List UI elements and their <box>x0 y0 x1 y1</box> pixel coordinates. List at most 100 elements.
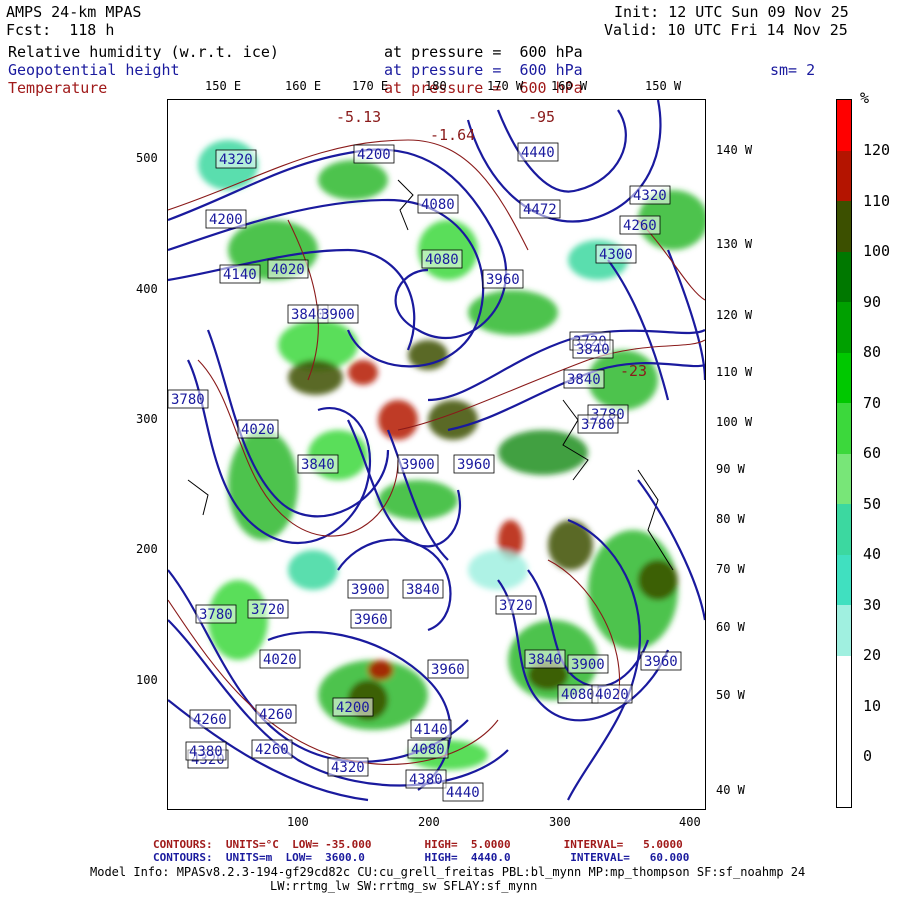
x-tick-label: 100 <box>287 815 309 829</box>
svg-text:3840: 3840 <box>406 582 440 598</box>
height-label: 4080 <box>407 739 449 759</box>
svg-text:4472: 4472 <box>523 202 557 218</box>
lon-label-top: 150 E <box>205 79 242 93</box>
init-time: Init: 12 UTC Sun 09 Nov 25 <box>614 3 849 21</box>
svg-text:3900: 3900 <box>351 582 385 598</box>
lon-label-right: 40 W <box>716 783 745 797</box>
svg-text:4140: 4140 <box>414 722 448 738</box>
height-label: 4200 <box>353 144 395 164</box>
colorbar-segment <box>837 605 851 656</box>
field-name-temp: Temperature <box>8 79 108 97</box>
svg-text:3840: 3840 <box>567 372 601 388</box>
svg-text:3960: 3960 <box>457 457 491 473</box>
svg-text:3900: 3900 <box>321 307 355 323</box>
colorbar-tick-label: 50 <box>863 494 882 513</box>
colorbar-segment <box>837 655 851 706</box>
svg-text:4260: 4260 <box>255 742 289 758</box>
lon-label-top: 170 W <box>487 79 524 93</box>
smoothing-label: sm= 2 <box>770 61 816 79</box>
svg-text:3960: 3960 <box>644 654 678 670</box>
height-label: 4320 <box>629 185 671 205</box>
svg-text:3780: 3780 <box>199 607 233 623</box>
svg-text:4080: 4080 <box>425 252 459 268</box>
height-label: 3780 <box>168 389 209 409</box>
colorbar-tick-label: 110 <box>863 191 891 210</box>
lon-label-top: 160 E <box>285 79 322 93</box>
svg-text:4080: 4080 <box>411 742 445 758</box>
colorbar-segment <box>837 100 851 151</box>
height-label: 3780 <box>577 414 619 434</box>
x-tick-label: 400 <box>679 815 701 829</box>
height-label: 4140 <box>410 719 452 739</box>
height-label: 4260 <box>619 215 661 235</box>
svg-text:4020: 4020 <box>241 422 275 438</box>
svg-text:3960: 3960 <box>431 662 465 678</box>
height-label: 3960 <box>482 269 524 289</box>
height-label: 3840 <box>402 579 444 599</box>
svg-text:4020: 4020 <box>263 652 297 668</box>
colorbar-unit: % <box>860 89 870 107</box>
svg-text:4380: 4380 <box>189 744 223 760</box>
height-label: 3900 <box>317 304 359 324</box>
lon-label-top: 150 W <box>645 79 682 93</box>
colorbar-segment <box>837 756 851 807</box>
y-tick-label: 400 <box>136 282 158 296</box>
lon-label-right: 90 W <box>716 462 745 476</box>
temp-label: -5.13 <box>336 108 381 126</box>
height-label: 4380 <box>405 769 447 789</box>
svg-text:4200: 4200 <box>209 212 243 228</box>
height-label: 3840 <box>297 454 339 474</box>
lon-label-right: 80 W <box>716 512 745 526</box>
svg-text:4140: 4140 <box>223 267 257 283</box>
field-name-rh: Relative humidity (w.r.t. ice) <box>8 43 279 61</box>
lon-label-right: 70 W <box>716 562 745 576</box>
height-label: 3840 <box>572 339 614 359</box>
height-contour-info: CONTOURS: UNITS=m LOW= 3600.0 HIGH= 4440… <box>153 851 690 864</box>
colorbar-tick-label: 60 <box>863 444 882 462</box>
svg-text:3840: 3840 <box>301 457 335 473</box>
colorbar-segment <box>837 352 851 403</box>
height-label: 4300 <box>595 244 637 264</box>
height-label: 4020 <box>267 259 309 279</box>
colorbar-segment <box>837 554 851 605</box>
svg-text:3780: 3780 <box>171 392 205 408</box>
colorbar-tick-label: 80 <box>863 343 882 361</box>
svg-text:4320: 4320 <box>219 152 253 168</box>
forecast-hour: Fcst: 118 h <box>6 21 115 39</box>
height-label: 4260 <box>251 739 293 759</box>
svg-text:3720: 3720 <box>499 598 533 614</box>
colorbar-segment <box>837 302 851 353</box>
svg-text:4020: 4020 <box>271 262 305 278</box>
colorbar-tick-label: 10 <box>863 696 882 715</box>
height-label: 3840 <box>524 649 566 669</box>
height-label: 3900 <box>347 579 389 599</box>
colorbar-tick-label: 90 <box>863 292 882 311</box>
height-label: 3960 <box>427 659 469 679</box>
model-info: Model Info: MPASv8.2.3-194-gf29cd82c CU:… <box>90 865 806 879</box>
lon-label-right: 60 W <box>716 620 745 634</box>
svg-text:4200: 4200 <box>357 147 391 163</box>
field-level-rh: at pressure = 600 hPa <box>384 43 583 61</box>
height-label: 4020 <box>259 649 301 669</box>
svg-text:3900: 3900 <box>401 457 435 473</box>
temp-label: -23 <box>620 362 647 380</box>
colorbar-segment <box>837 251 851 302</box>
colorbar-segment <box>837 403 851 454</box>
height-label: 3840 <box>563 369 605 389</box>
map-field-svg: 4320 4200 4440 4472 4320 4260 4080 4200 4300 4140… <box>168 100 705 809</box>
height-label: 3960 <box>453 454 495 474</box>
height-label: 3960 <box>640 651 682 671</box>
colorbar-tick-label: 120 <box>863 141 891 159</box>
colorbar-segment <box>837 453 851 504</box>
y-tick-label: 300 <box>136 412 158 426</box>
colorbar-tick-label: 30 <box>863 595 882 614</box>
x-tick-label: 300 <box>549 815 571 829</box>
svg-text:3780: 3780 <box>581 417 615 433</box>
field-level-height: at pressure = 600 hPa <box>384 61 583 79</box>
colorbar <box>836 99 852 808</box>
height-label: 4140 <box>219 264 261 284</box>
lon-label-right: 100 W <box>716 415 753 429</box>
svg-text:4260: 4260 <box>259 707 293 723</box>
lon-label-right: 140 W <box>716 143 753 157</box>
lon-label-right: 110 W <box>716 365 753 379</box>
